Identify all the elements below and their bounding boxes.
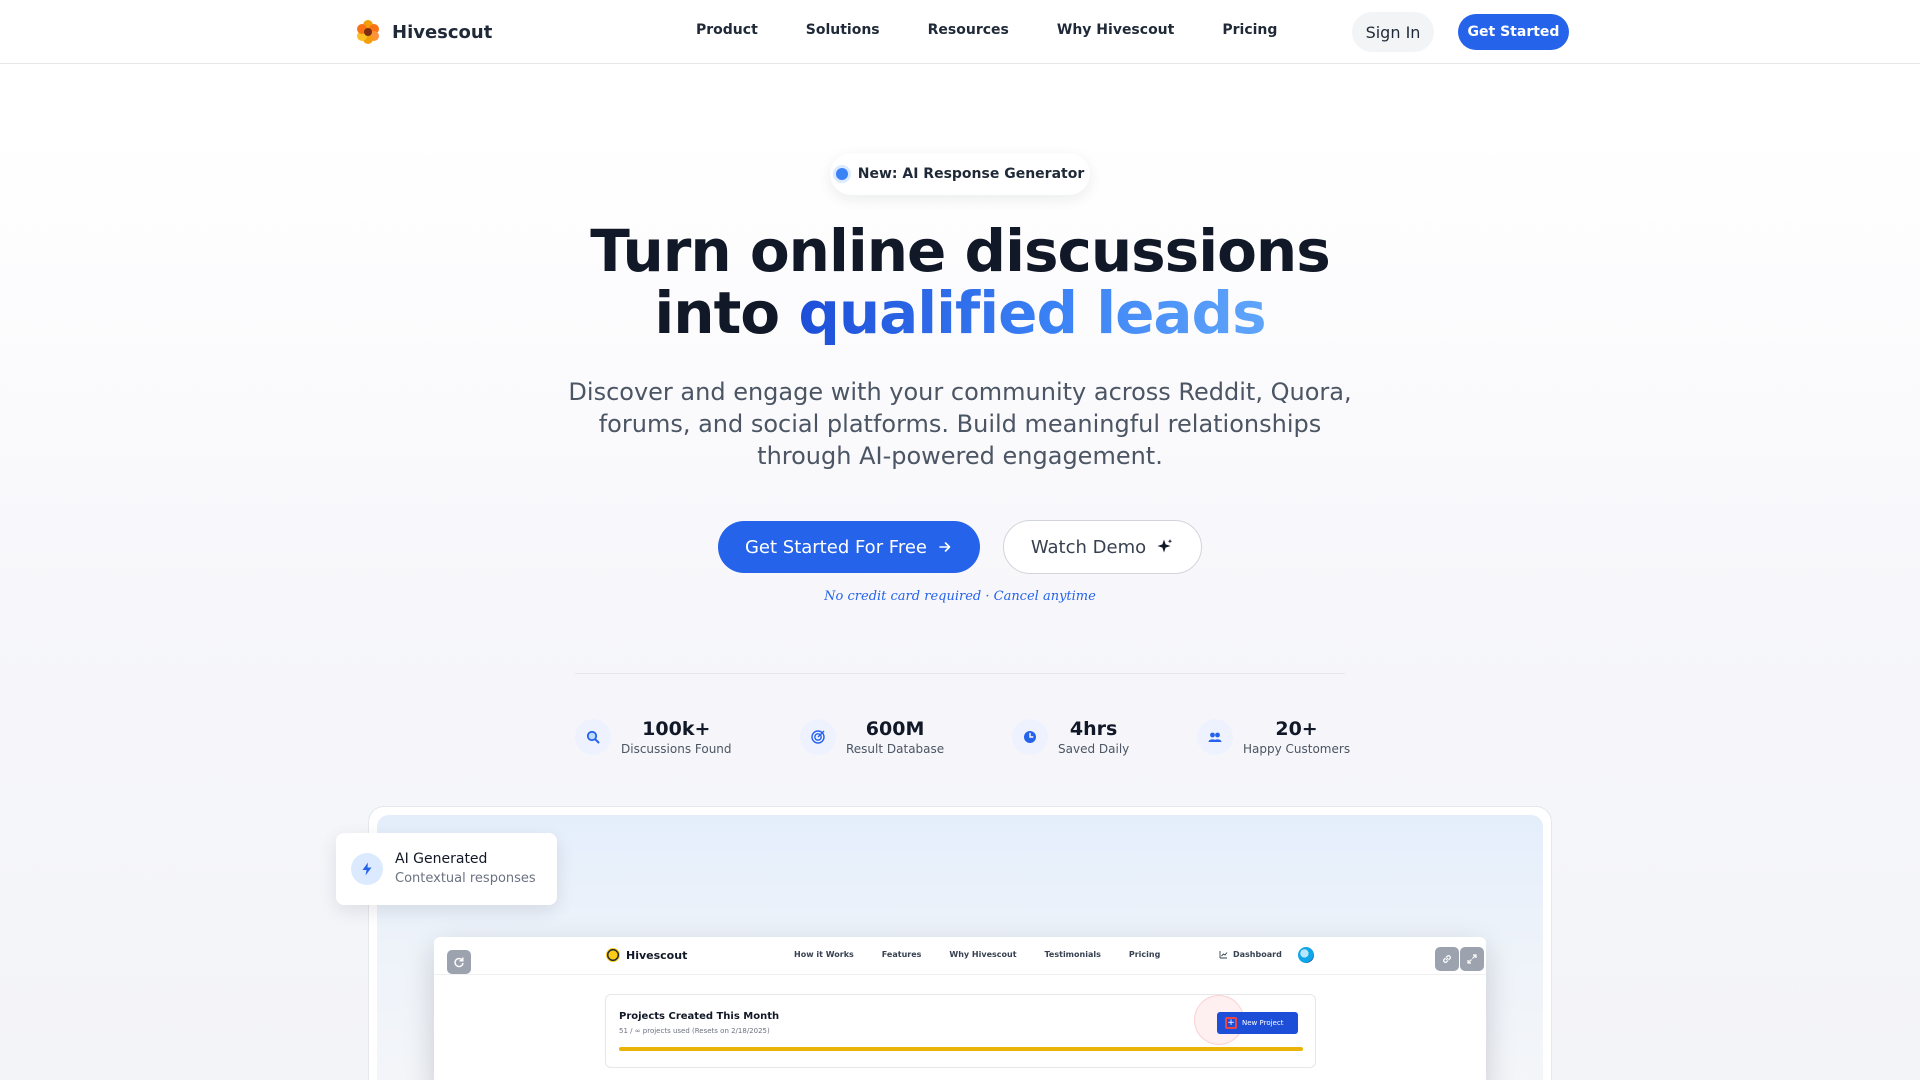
headline-highlight: qualified leads [798, 279, 1266, 347]
stat-value: 4hrs [1069, 718, 1118, 740]
target-icon [800, 719, 836, 755]
preview-nav-link[interactable]: Features [882, 950, 922, 959]
stat-result-database: 600M Result Database [800, 717, 944, 757]
projects-card: Projects Created This Month 51 / ∞ proje… [605, 994, 1316, 1068]
nav-link-solutions[interactable]: Solutions [806, 22, 880, 38]
arrow-right-icon [939, 542, 951, 552]
stat-value: 100k+ [642, 718, 711, 740]
preview-brand-name: Hivescout [626, 948, 688, 962]
nav-link-pricing[interactable]: Pricing [1222, 22, 1277, 38]
expand-icon[interactable] [1460, 947, 1484, 971]
bee-icon [606, 948, 620, 962]
stat-value: 20+ [1275, 718, 1318, 740]
top-nav: Hivescout Product Solutions Resources Wh… [0, 0, 1920, 64]
plus-icon: + [1225, 1017, 1237, 1029]
cta-secondary-label: Watch Demo [1030, 536, 1147, 558]
lightning-icon [351, 853, 383, 885]
preview-dashboard-link[interactable]: Dashboard [1219, 950, 1282, 959]
preview-nav-link[interactable]: Pricing [1129, 950, 1160, 959]
sparkle-icon [1157, 539, 1173, 553]
brand-name: Hivescout [392, 21, 493, 43]
cta-primary-label: Get Started For Free [744, 536, 928, 558]
stat-value: 600M [865, 718, 925, 740]
stat-discussions: 100k+ Discussions Found [575, 717, 732, 757]
new-project-button[interactable]: + New Project [1217, 1012, 1298, 1034]
announcement-badge[interactable]: New: AI Response Generator [830, 153, 1090, 195]
ai-card-subtitle: Contextual responses [395, 871, 536, 886]
headline-line-2-prefix: into [654, 279, 799, 347]
hero-subheading: Discover and engage with your community … [568, 378, 1352, 470]
refresh-icon[interactable] [447, 950, 471, 974]
ai-card-title: AI Generated [395, 851, 488, 867]
get-started-free-button[interactable]: Get Started For Free [718, 521, 980, 573]
preview-brand: Hivescout [606, 948, 687, 962]
clock-icon [1012, 719, 1048, 755]
nav-link-product[interactable]: Product [696, 22, 758, 38]
section-divider [575, 673, 1345, 674]
stat-label: Discussions Found [621, 742, 732, 756]
preview-nav-link[interactable]: Why Hivescout [949, 950, 1016, 959]
stat-label: Happy Customers [1243, 742, 1351, 756]
preview-nav-link[interactable]: Testimonials [1045, 950, 1101, 959]
stat-label: Result Database [846, 742, 945, 756]
hero-headline: Turn online discussions into qualified l… [460, 220, 1460, 344]
nav-link-why-hivescout[interactable]: Why Hivescout [1057, 22, 1174, 38]
nav-link-resources[interactable]: Resources [928, 22, 1009, 38]
stat-happy-customers: 20+ Happy Customers [1197, 717, 1350, 757]
headline-line-1: Turn online discussions [590, 217, 1330, 285]
link-icon[interactable] [1435, 947, 1459, 971]
users-icon [1197, 719, 1233, 755]
preview-nav-link[interactable]: How it Works [794, 950, 854, 959]
preview-nav-links: How it Works Features Why Hivescout Test… [794, 950, 1160, 959]
preview-dashboard-label: Dashboard [1233, 950, 1282, 959]
chart-icon [1219, 951, 1228, 959]
brand-logo[interactable]: Hivescout [354, 18, 492, 46]
avatar[interactable] [1298, 947, 1314, 963]
hive-logo-icon [357, 20, 379, 44]
search-icon [575, 719, 611, 755]
get-started-button[interactable]: Get Started [1458, 14, 1569, 50]
nav-links: Product Solutions Resources Why Hivescou… [696, 22, 1277, 38]
no-credit-card-note: No credit card required · Cancel anytime [824, 589, 1096, 604]
projects-card-title: Projects Created This Month [619, 1011, 780, 1022]
projects-card-subtitle: 51 / ∞ projects used (Resets on 2/18/202… [619, 1027, 770, 1035]
stat-label: Saved Daily [1058, 742, 1130, 756]
preview-nav: Hivescout How it Works Features Why Hive… [434, 937, 1486, 975]
stat-saved-daily: 4hrs Saved Daily [1012, 717, 1129, 757]
watch-demo-button[interactable]: Watch Demo [1003, 520, 1202, 574]
badge-dot-icon [835, 168, 848, 180]
app-screenshot-preview: Hivescout How it Works Features Why Hive… [434, 937, 1486, 1080]
ai-generated-card: AI Generated Contextual responses [336, 833, 557, 905]
projects-progress-bar [619, 1047, 1303, 1051]
new-project-label: New Project [1242, 1019, 1284, 1027]
badge-text: New: AI Response Generator [857, 166, 1085, 182]
sign-in-button[interactable]: Sign In [1352, 12, 1434, 52]
